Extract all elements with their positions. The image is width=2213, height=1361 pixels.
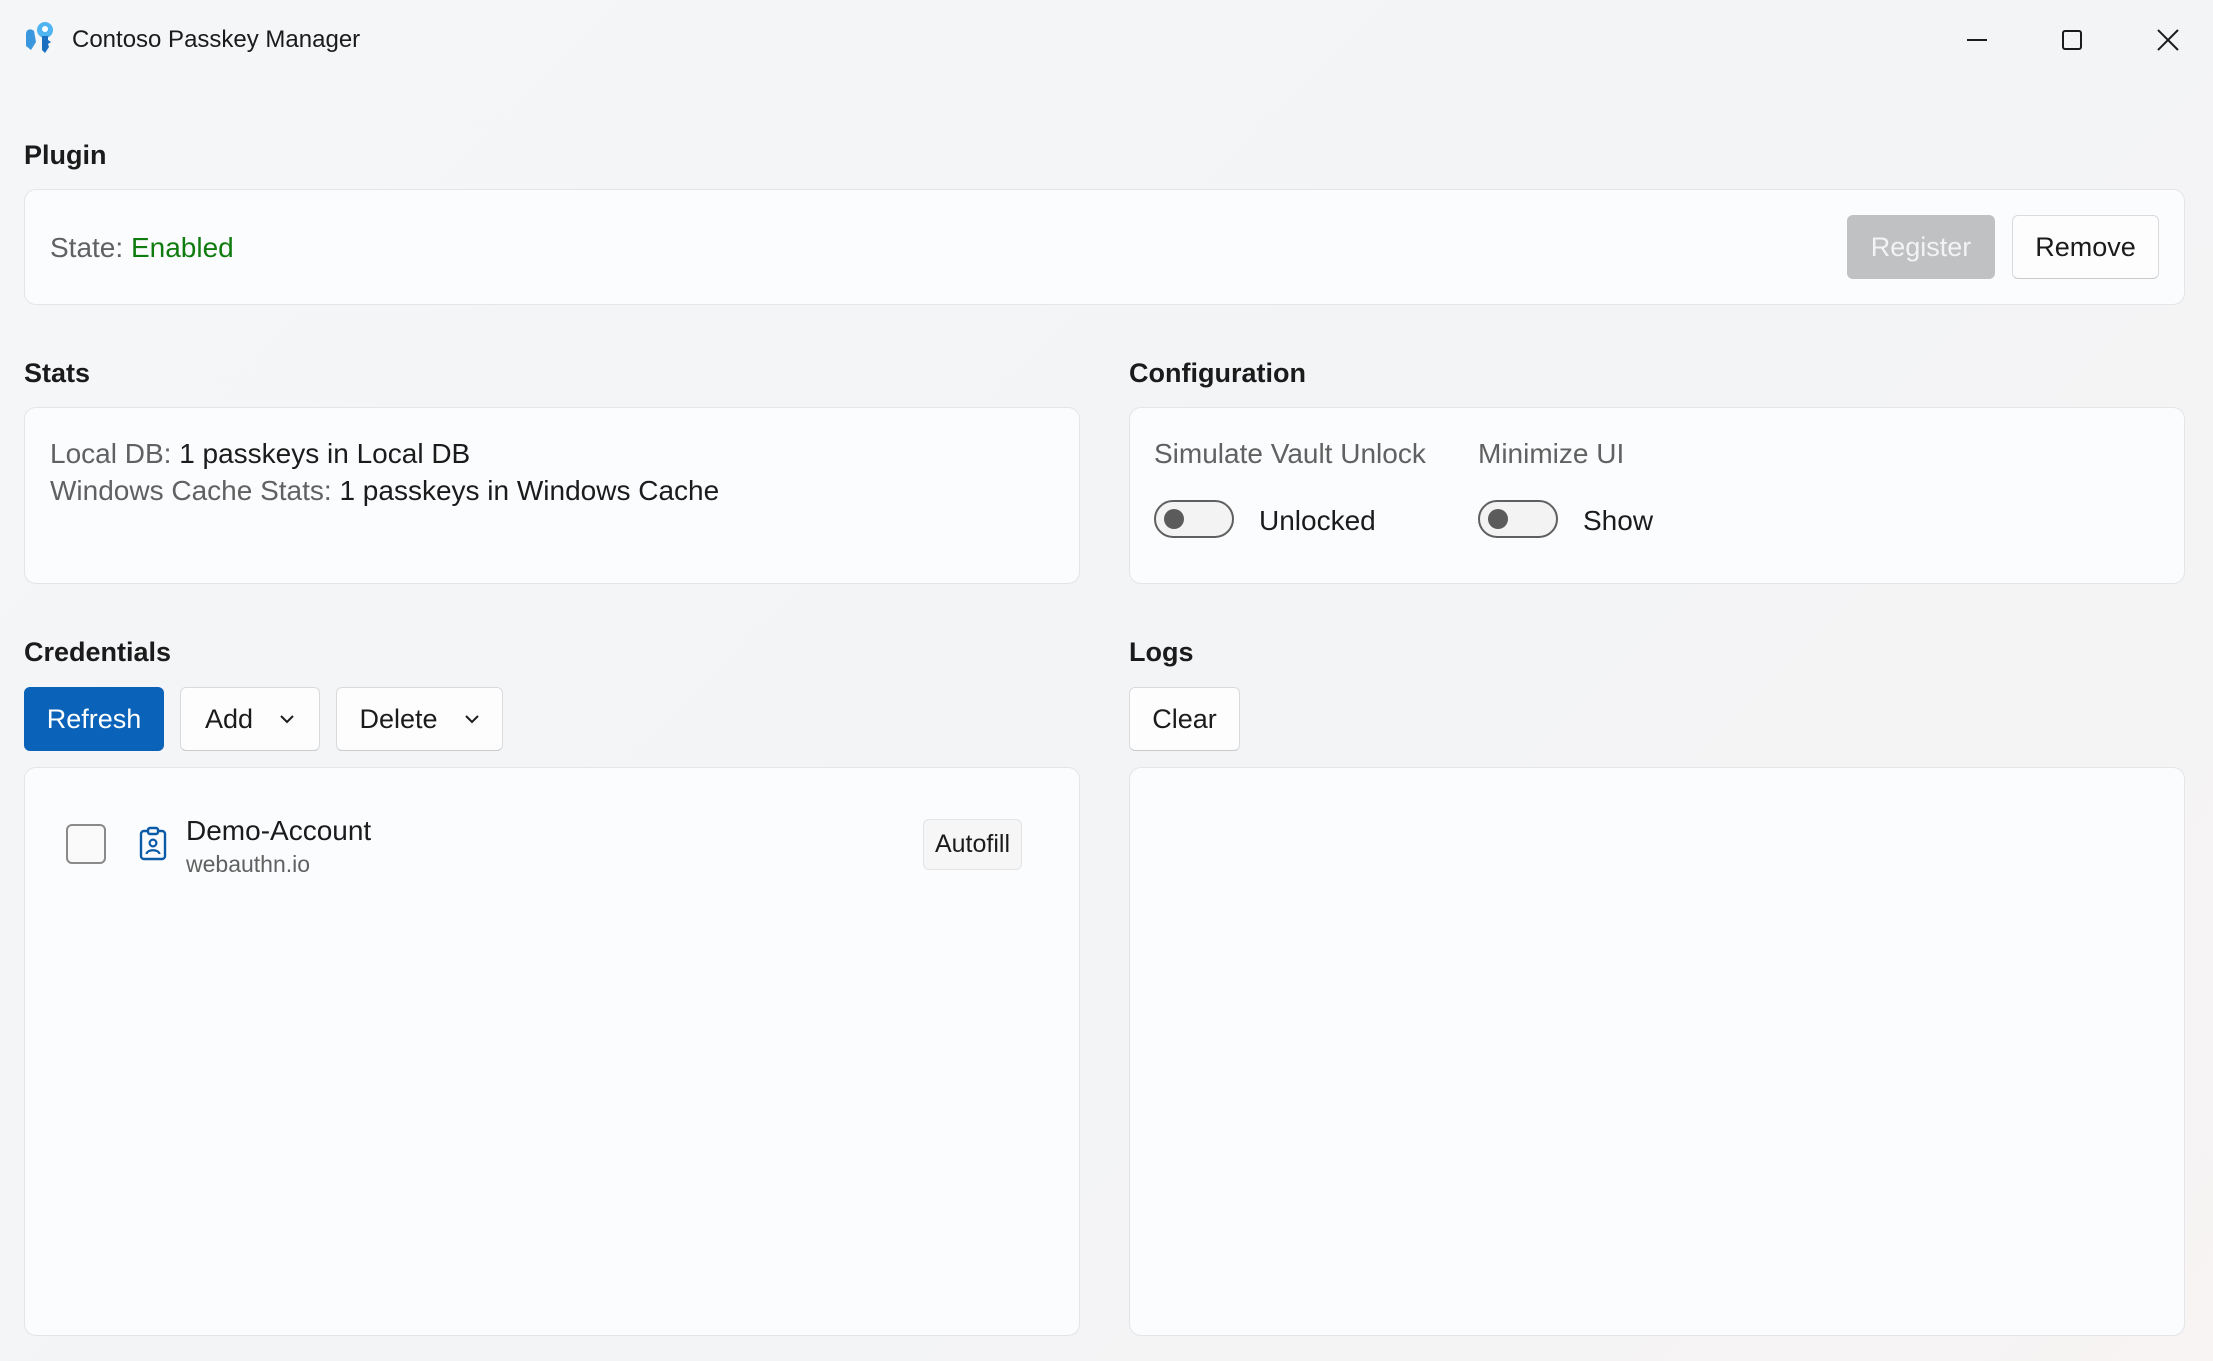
credential-checkbox[interactable] bbox=[66, 824, 106, 864]
add-dropdown-button[interactable]: Add bbox=[180, 687, 320, 751]
remove-button[interactable]: Remove bbox=[2012, 215, 2159, 279]
logs-heading: Logs bbox=[1129, 637, 1194, 667]
app-key-icon bbox=[26, 22, 53, 53]
autofill-button[interactable]: Autofill bbox=[923, 819, 1022, 870]
register-button[interactable]: Register bbox=[1847, 215, 1995, 279]
close-icon bbox=[2157, 29, 2179, 51]
local-db-value: 1 passkeys in Local DB bbox=[179, 438, 471, 469]
clear-logs-button[interactable]: Clear bbox=[1129, 687, 1240, 751]
app-window: Contoso Passkey Manager Plugin State: En… bbox=[0, 0, 2213, 1361]
state-label: State: bbox=[50, 232, 124, 263]
maximize-button[interactable] bbox=[2024, 0, 2120, 80]
refresh-button[interactable]: Refresh bbox=[24, 687, 164, 751]
delete-dropdown-button[interactable]: Delete bbox=[336, 687, 503, 751]
minimize-ui-label: Minimize UI bbox=[1478, 438, 1625, 469]
minimize-ui-state: Show bbox=[1583, 505, 1654, 536]
minimize-button[interactable] bbox=[1929, 0, 2025, 80]
vault-unlock-toggle[interactable] bbox=[1154, 500, 1234, 538]
credentials-heading: Credentials bbox=[24, 637, 172, 667]
local-db-label: Local DB: bbox=[50, 438, 172, 469]
window-title: Contoso Passkey Manager bbox=[72, 26, 361, 53]
windows-cache-value: 1 passkeys in Windows Cache bbox=[339, 475, 720, 506]
credential-site: webauthn.io bbox=[186, 851, 311, 877]
windows-cache-stat: Windows Cache Stats: 1 passkeys in Windo… bbox=[50, 475, 719, 507]
chevron-down-icon bbox=[279, 714, 295, 724]
configuration-heading: Configuration bbox=[1129, 358, 1306, 388]
logs-panel[interactable] bbox=[1129, 767, 2185, 1336]
plugin-state: State: Enabled bbox=[50, 232, 234, 264]
vault-unlock-label: Simulate Vault Unlock bbox=[1154, 438, 1426, 469]
chevron-down-icon bbox=[464, 714, 480, 724]
add-label: Add bbox=[204, 703, 254, 734]
toggle-knob bbox=[1488, 509, 1508, 529]
delete-label: Delete bbox=[359, 703, 438, 734]
state-value: Enabled bbox=[130, 232, 234, 263]
passkey-badge-icon bbox=[139, 826, 167, 861]
stats-heading: Stats bbox=[24, 358, 91, 388]
credential-name: Demo-Account bbox=[186, 815, 372, 846]
credentials-list bbox=[24, 767, 1080, 1336]
configuration-card bbox=[1129, 407, 2185, 584]
windows-cache-label: Windows Cache Stats: bbox=[50, 475, 332, 506]
close-button[interactable] bbox=[2120, 0, 2213, 80]
maximize-icon bbox=[2062, 30, 2082, 50]
local-db-stat: Local DB: 1 passkeys in Local DB bbox=[50, 438, 470, 470]
minimize-icon bbox=[1967, 39, 1987, 41]
vault-unlock-state: Unlocked bbox=[1259, 505, 1376, 536]
toggle-knob bbox=[1164, 509, 1184, 529]
title-bar[interactable]: Contoso Passkey Manager bbox=[0, 0, 2213, 80]
plugin-heading: Plugin bbox=[24, 140, 107, 170]
minimize-ui-toggle[interactable] bbox=[1478, 500, 1558, 538]
